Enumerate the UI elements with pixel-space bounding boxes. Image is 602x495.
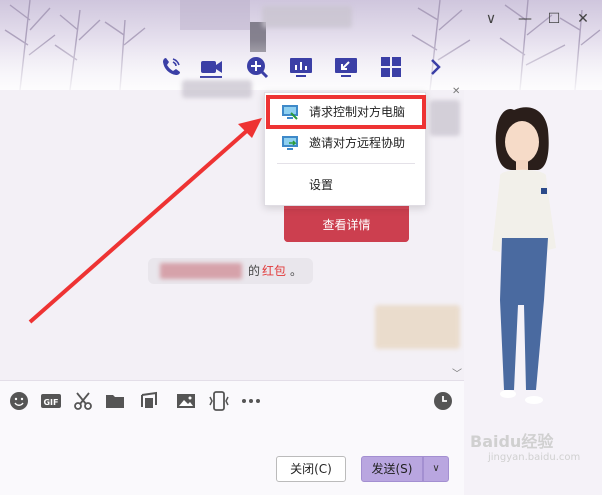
emoji-icon[interactable] (8, 390, 30, 412)
history-clock-icon[interactable] (432, 390, 454, 412)
blurred-avatar (430, 100, 460, 136)
menu-item-label: 设置 (309, 178, 334, 192)
chat-window: ∨ — ☐ ✕ 查看详情 的 红包 。 ﹀ ✕ GIF 关闭(C) 发送(S) … (0, 0, 602, 495)
folder-icon[interactable] (104, 390, 126, 412)
system-message: 的 红包 。 (148, 258, 313, 284)
invite-assist-icon (282, 136, 298, 150)
watermark-url: jingyan.baidu.com (488, 452, 581, 463)
system-message-suffix: 。 (290, 264, 303, 278)
scroll-down-icon[interactable]: ﹀ (452, 365, 462, 380)
screen-share-icon[interactable] (288, 54, 314, 80)
collapse-icon[interactable]: ∨ (482, 10, 500, 28)
menu-item-settings[interactable]: 设置 (265, 170, 427, 200)
image-icon[interactable] (175, 390, 197, 412)
svg-text:GIF: GIF (43, 398, 58, 407)
more-arrow-icon[interactable] (422, 54, 448, 80)
shake-icon[interactable] (208, 390, 230, 412)
music-icon[interactable] (138, 390, 160, 412)
annotation-highlight-box (266, 95, 426, 129)
scissors-icon[interactable] (72, 390, 94, 412)
blurred-contact-name (262, 6, 352, 28)
menu-divider (277, 163, 415, 164)
blurred-timestamp (182, 80, 252, 98)
phone-icon[interactable] (158, 54, 184, 80)
gif-icon[interactable]: GIF (40, 390, 62, 412)
close-button[interactable]: ✕ (574, 10, 592, 28)
maximize-button[interactable]: ☐ (545, 10, 563, 28)
menu-item-invite-assist[interactable]: 邀请对方远程协助 (265, 128, 427, 158)
close-popup-icon[interactable]: ✕ (452, 86, 460, 97)
more-dots-icon[interactable] (240, 390, 262, 412)
remote-desktop-icon[interactable] (333, 54, 359, 80)
video-call-icon[interactable] (198, 54, 224, 80)
send-button[interactable]: 发送(S) (361, 456, 423, 482)
system-message-prefix: 的 (248, 264, 261, 278)
blurred-sender (160, 263, 242, 279)
send-options-dropdown[interactable]: ∨ (423, 456, 449, 482)
view-details-button[interactable]: 查看详情 (284, 209, 409, 242)
minimize-button[interactable]: — (516, 10, 534, 28)
menu-item-label: 邀请对方远程协助 (309, 136, 406, 150)
watermark-logo: Baidu经验 (470, 432, 554, 451)
close-chat-button[interactable]: 关闭(C) (276, 456, 346, 482)
blurred-sticker (375, 305, 460, 349)
apps-icon[interactable] (378, 54, 404, 80)
add-contact-icon[interactable] (244, 54, 270, 80)
red-packet-link[interactable]: 红包 (262, 258, 286, 284)
